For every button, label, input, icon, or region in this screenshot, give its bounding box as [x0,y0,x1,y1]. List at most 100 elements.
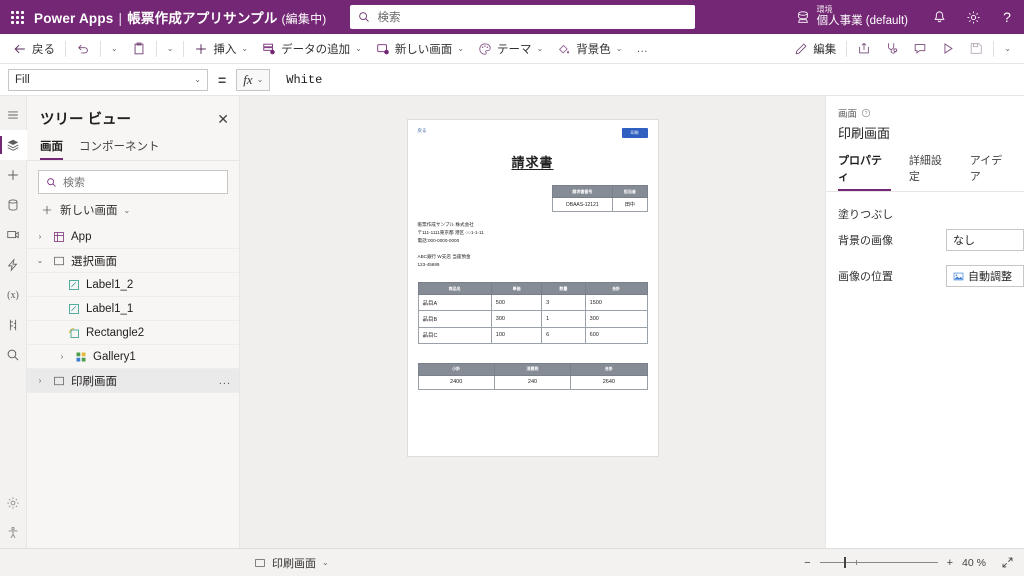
zoom-slider-track [819,562,938,563]
save-button[interactable] [962,37,990,61]
image-position-value: 自動調整 [968,271,1012,283]
advanced-tools-icon[interactable] [0,310,27,340]
tree-node-selection-screen[interactable]: ⌄ 選択画面 [27,249,239,273]
gear-icon[interactable] [956,0,990,34]
label-icon [67,278,81,292]
canvas-back-link[interactable]: 戻る [418,128,427,134]
chevron-right-icon[interactable]: › [33,376,47,385]
theme-button[interactable]: テーマ ⌄ [471,37,550,61]
paste-button[interactable] [125,37,153,61]
equals-sign: = [218,71,227,88]
tree-node-label1-1[interactable]: Label1_1 [27,297,239,321]
command-bar: 戻る ⌄ ⌄ 挿入 ⌄ データの追加 ⌄ 新しい画面 ⌄ テーマ ⌄ 背景色 ⌄… [0,34,1024,64]
company-address: 〒111-1111東京都 港区 ○○1-1-11 [417,230,484,236]
chevron-right-icon[interactable]: › [55,352,69,361]
property-selector[interactable]: Fill ⌄ [8,68,208,91]
invoice-totals-table: 小計 消費税 合計 2400 240 2640 [417,362,648,390]
zoom-level-label: 40 % [962,556,986,569]
app-launcher-icon[interactable] [0,0,34,34]
bell-icon[interactable] [922,0,956,34]
table-row: 品目C 100 6 600 [417,326,648,344]
chevron-down-icon[interactable]: ⌄ [33,256,47,265]
tree-node-overflow-button[interactable]: ... [219,375,231,387]
environment-value: 個人事業 (default) [816,15,908,28]
image-position-field[interactable]: 自動調整 [946,265,1024,287]
tab-ideas[interactable]: アイデア [970,150,1012,191]
status-screen-selector[interactable]: 印刷画面 ⌄ [254,555,329,571]
canvas-print-button[interactable]: 印刷 [621,128,648,138]
comment-button[interactable] [906,37,934,61]
palette-icon [478,42,492,56]
tree-node-label1-2[interactable]: Label1_2 [27,273,239,297]
tree-node-app[interactable]: › App [27,225,239,249]
new-screen-button[interactable]: 新しい画面 ⌄ [27,194,239,225]
tab-properties[interactable]: プロパティ [838,150,891,191]
table-row: DBAAS-12121 田中 [551,197,648,212]
preview-button[interactable] [934,37,962,61]
tab-advanced[interactable]: 詳細設定 [909,150,952,191]
undo-button[interactable] [69,37,97,61]
fx-button[interactable]: fx ⌄ [236,68,271,91]
table-row: 品目B 300 1 300 [417,310,648,328]
app-checker-button[interactable] [878,37,906,61]
background-color-button[interactable]: 背景色 ⌄ [550,37,629,61]
variables-icon[interactable]: (x) [0,280,27,310]
table-header-row: 商品名 単価 数量 合計 [417,282,648,296]
insert-button[interactable]: 挿入 ⌄ [187,37,255,61]
company-phone: 電話:000-0000-0000 [417,238,460,244]
tree-node-gallery1[interactable]: › Gallery1 [27,345,239,369]
tree-node-print-screen[interactable]: › 印刷画面 ... [27,369,239,393]
zoom-out-button[interactable]: − [804,557,810,569]
zoom-slider[interactable] [819,556,938,570]
media-icon[interactable] [0,220,27,250]
properties-title: 印刷画面 [838,126,891,141]
accessibility-icon[interactable] [0,518,27,548]
background-image-field[interactable]: なし [946,229,1024,251]
formula-input[interactable]: White [278,69,1016,91]
close-icon[interactable]: ✕ [217,112,229,126]
bank-account: 123-45689 [417,262,440,268]
new-screen-icon [376,42,390,56]
environment-selector[interactable]: 環境 個人事業 (default) [796,5,922,28]
search-input[interactable]: 検索 [350,5,696,29]
company-name: 帳票作成サンプル 株式会社 [417,222,474,227]
paste-dropdown[interactable]: ⌄ [160,37,181,61]
more-commands-button[interactable]: ⌄ [997,37,1018,61]
tab-screens[interactable]: 画面 [40,135,63,160]
zoom-slider-thumb[interactable] [843,557,846,568]
undo-dropdown[interactable]: ⌄ [104,37,125,61]
chevron-down-icon[interactable]: ⌄ [322,558,329,567]
settings-icon[interactable] [0,488,27,518]
tree-node-label: App [71,230,92,243]
chevron-right-icon[interactable]: › [33,232,47,241]
screen-canvas[interactable]: 戻る 印刷 請求書 請求書番号 担当者 DBAAS-12121 田中 帳票作成サ… [407,120,658,456]
label-icon [67,302,81,316]
insert-icon[interactable] [0,160,27,190]
tree-view-icon[interactable] [0,130,27,160]
add-data-button[interactable]: データの追加 ⌄ [255,37,369,61]
hamburger-icon[interactable] [0,100,27,130]
tree-node-rectangle2[interactable]: Rectangle2 [27,321,239,345]
help-circle-icon[interactable]: ? [861,108,871,118]
data-icon[interactable] [0,190,27,220]
help-icon[interactable]: ? [990,0,1024,34]
share-button[interactable] [850,37,878,61]
divider [183,40,185,57]
fit-screen-icon[interactable] [1001,556,1014,569]
tab-components[interactable]: コンポーネント [79,135,160,160]
share-icon [857,42,871,56]
edit-mode-button[interactable]: 編集 [787,37,843,61]
image-position-label: 画像の位置 [838,271,893,283]
chevron-down-icon: ⌄ [194,75,201,84]
zoom-in-button[interactable]: + [947,557,953,569]
search-icon[interactable] [0,340,27,370]
tree-search-input[interactable]: 検索 [38,170,228,194]
chevron-down-icon: ⌄ [256,75,264,84]
chevron-down-icon: ⌄ [355,44,362,53]
power-automate-icon[interactable] [0,250,27,280]
back-button[interactable]: 戻る [6,37,62,61]
environment-icon [796,10,810,24]
new-screen-button[interactable]: 新しい画面 ⌄ [369,37,471,61]
tree-view-title: ツリー ビュー [40,112,132,128]
overflow-button[interactable]: … [629,37,655,61]
